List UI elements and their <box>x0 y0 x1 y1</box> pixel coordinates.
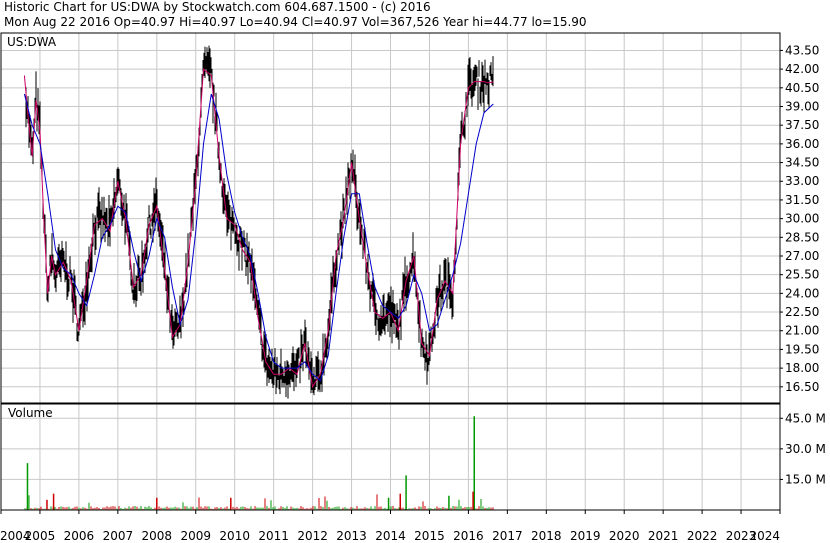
price-tick-label: 40.50 <box>785 81 819 95</box>
volume-tick-label: 15.0 M <box>785 472 826 486</box>
price-tick-label: 30.00 <box>785 212 819 226</box>
price-tick-label: 22.50 <box>785 305 819 319</box>
x-tick-label: 2011 <box>258 529 289 543</box>
x-tick-label: 2021 <box>648 529 679 543</box>
price-tick-label: 25.50 <box>785 268 819 282</box>
x-tick-label: 2009 <box>180 529 211 543</box>
x-tick-label: 2012 <box>297 529 328 543</box>
x-tick-label: 2013 <box>336 529 367 543</box>
price-tick-label: 31.50 <box>785 193 819 207</box>
x-tick-label: 2015 <box>414 529 445 543</box>
x-tick-label: 2016 <box>453 529 484 543</box>
x-tick-label: 2018 <box>531 529 562 543</box>
x-tick-label: 2005 <box>25 529 56 543</box>
volume-tick-label: 45.0 M <box>785 411 826 425</box>
price-tick-label: 28.50 <box>785 230 819 244</box>
x-tick-label: 2019 <box>570 529 601 543</box>
price-tick-label: 42.00 <box>785 62 819 76</box>
x-tick-label: 2020 <box>609 529 640 543</box>
volume-tick-label: 30.0 M <box>785 442 826 456</box>
x-tick-label: 2008 <box>142 529 173 543</box>
x-tick-label: 2024 <box>749 529 780 543</box>
grid-lines <box>0 33 781 510</box>
x-tick-label: 2010 <box>219 529 250 543</box>
price-tick-label: 27.00 <box>785 249 819 263</box>
x-tick-label: 2006 <box>64 529 95 543</box>
price-tick-label: 37.50 <box>785 118 819 132</box>
x-tick-label: 2014 <box>375 529 406 543</box>
price-tick-label: 43.50 <box>785 43 819 57</box>
price-panel-label: US:DWA <box>7 35 57 49</box>
x-tick-label: 2022 <box>687 529 718 543</box>
price-tick-label: 36.00 <box>785 137 819 151</box>
price-tick-label: 34.50 <box>785 156 819 170</box>
price-tick-label: 18.00 <box>785 361 819 375</box>
price-tick-label: 39.00 <box>785 100 819 114</box>
price-tick-label: 16.50 <box>785 380 819 394</box>
x-tick-label: 2007 <box>103 529 134 543</box>
price-tick-label: 19.50 <box>785 342 819 356</box>
stock-chart: 20042005 2006 2007 2008 2009 2010 2011 2012 2013… <box>0 32 826 543</box>
volume-panel-label: Volume <box>8 406 53 420</box>
price-tick-label: 21.00 <box>785 324 819 338</box>
price-tick-label: 24.00 <box>785 286 819 300</box>
price-tick-label: 33.00 <box>785 174 819 188</box>
volume-bars <box>24 416 494 510</box>
x-tick-label: 2017 <box>492 529 523 543</box>
